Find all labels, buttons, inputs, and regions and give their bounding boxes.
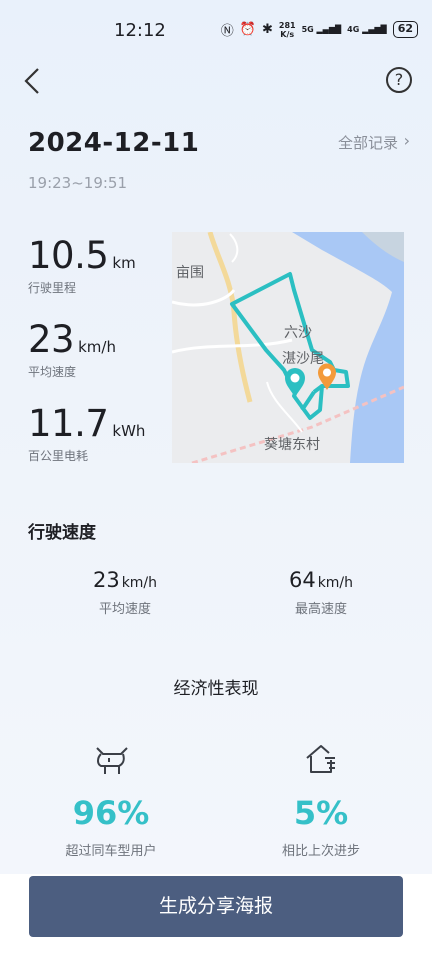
home-progress-icon: [306, 745, 335, 773]
map-label: 葵塘东村: [264, 437, 320, 453]
end-marker-icon: [318, 363, 336, 390]
battery-icon: 62: [392, 21, 418, 38]
map-label: 六沙: [284, 325, 312, 341]
stat-label: 百公里电耗: [28, 449, 89, 463]
economy-title: 经济性表现: [173, 679, 259, 699]
speed-unit: km/h: [121, 575, 158, 591]
stat-unit: km/h: [78, 338, 116, 356]
alarm-icon: ⏰: [239, 22, 256, 37]
speed-label: 最高速度: [294, 602, 347, 617]
avg-speed-item: 23 km/h 平均速度: [50, 568, 200, 617]
signal-5g-icon: 5G ▂▄▆█: [301, 25, 342, 34]
stat-value: 11.7: [28, 402, 109, 445]
stat-value: 10.5: [28, 234, 109, 277]
economy-label: 超过同车型用户: [65, 844, 157, 859]
status-time: 12:12: [114, 20, 166, 41]
map-label: 亩围: [176, 265, 204, 281]
status-bar: 12:12 Ⓝ ⏰ ✱ 281 K/s 5G ▂▄▆█ 4G ▂▄▆█ 62: [0, 0, 432, 62]
speed-section-title: 行驶速度: [28, 523, 96, 543]
signal-4g-icon: 4G ▂▄▆█: [347, 25, 387, 34]
trip-date: 2024-12-11: [28, 128, 200, 158]
stat-distance: 10.5 km 行驶里程: [28, 234, 136, 296]
stat-unit: kWh: [112, 422, 146, 440]
all-records-link[interactable]: 全部记录: [338, 132, 398, 153]
speed-label: 平均速度: [98, 602, 151, 617]
help-icon[interactable]: ?: [386, 67, 412, 93]
back-arrow-icon[interactable]: [22, 66, 46, 96]
bluetooth-icon: ✱: [261, 22, 273, 37]
economy-progress-item: 5% 相比上次进步: [246, 742, 396, 859]
economy-value: 5%: [293, 794, 349, 832]
stat-value: 23: [28, 318, 75, 361]
stat-unit: km: [112, 254, 136, 272]
nfc-icon: Ⓝ: [220, 24, 234, 39]
stat-label: 行驶里程: [28, 281, 77, 295]
speed-value: 23: [92, 568, 120, 592]
status-icons: Ⓝ ⏰ ✱ 281 K/s 5G ▂▄▆█ 4G ▂▄▆█ 62: [221, 20, 418, 39]
stat-avg-speed: 23 km/h 平均速度: [28, 318, 116, 380]
speed-value: 64: [288, 568, 316, 592]
stat-consumption: 11.7 kWh 百公里电耗: [28, 402, 145, 464]
route-map[interactable]: 亩围 六沙 湛沙尾 葵塘东村: [172, 232, 404, 463]
economy-rank-item: 96% 超过同车型用户: [36, 742, 186, 859]
start-marker-icon: [285, 368, 305, 397]
net-speed: 281 K/s: [278, 20, 296, 39]
max-speed-item: 64 km/h 最高速度: [246, 568, 396, 617]
trip-time-range: 19:23~19:51: [28, 174, 128, 192]
speed-unit: km/h: [317, 575, 354, 591]
chevron-right-icon[interactable]: ›: [404, 131, 410, 150]
economy-label: 相比上次进步: [281, 844, 360, 859]
economy-value: 96%: [72, 794, 150, 832]
stat-label: 平均速度: [28, 365, 77, 379]
generate-poster-button[interactable]: 生成分享海报: [29, 876, 403, 937]
bull-icon: [96, 747, 128, 774]
